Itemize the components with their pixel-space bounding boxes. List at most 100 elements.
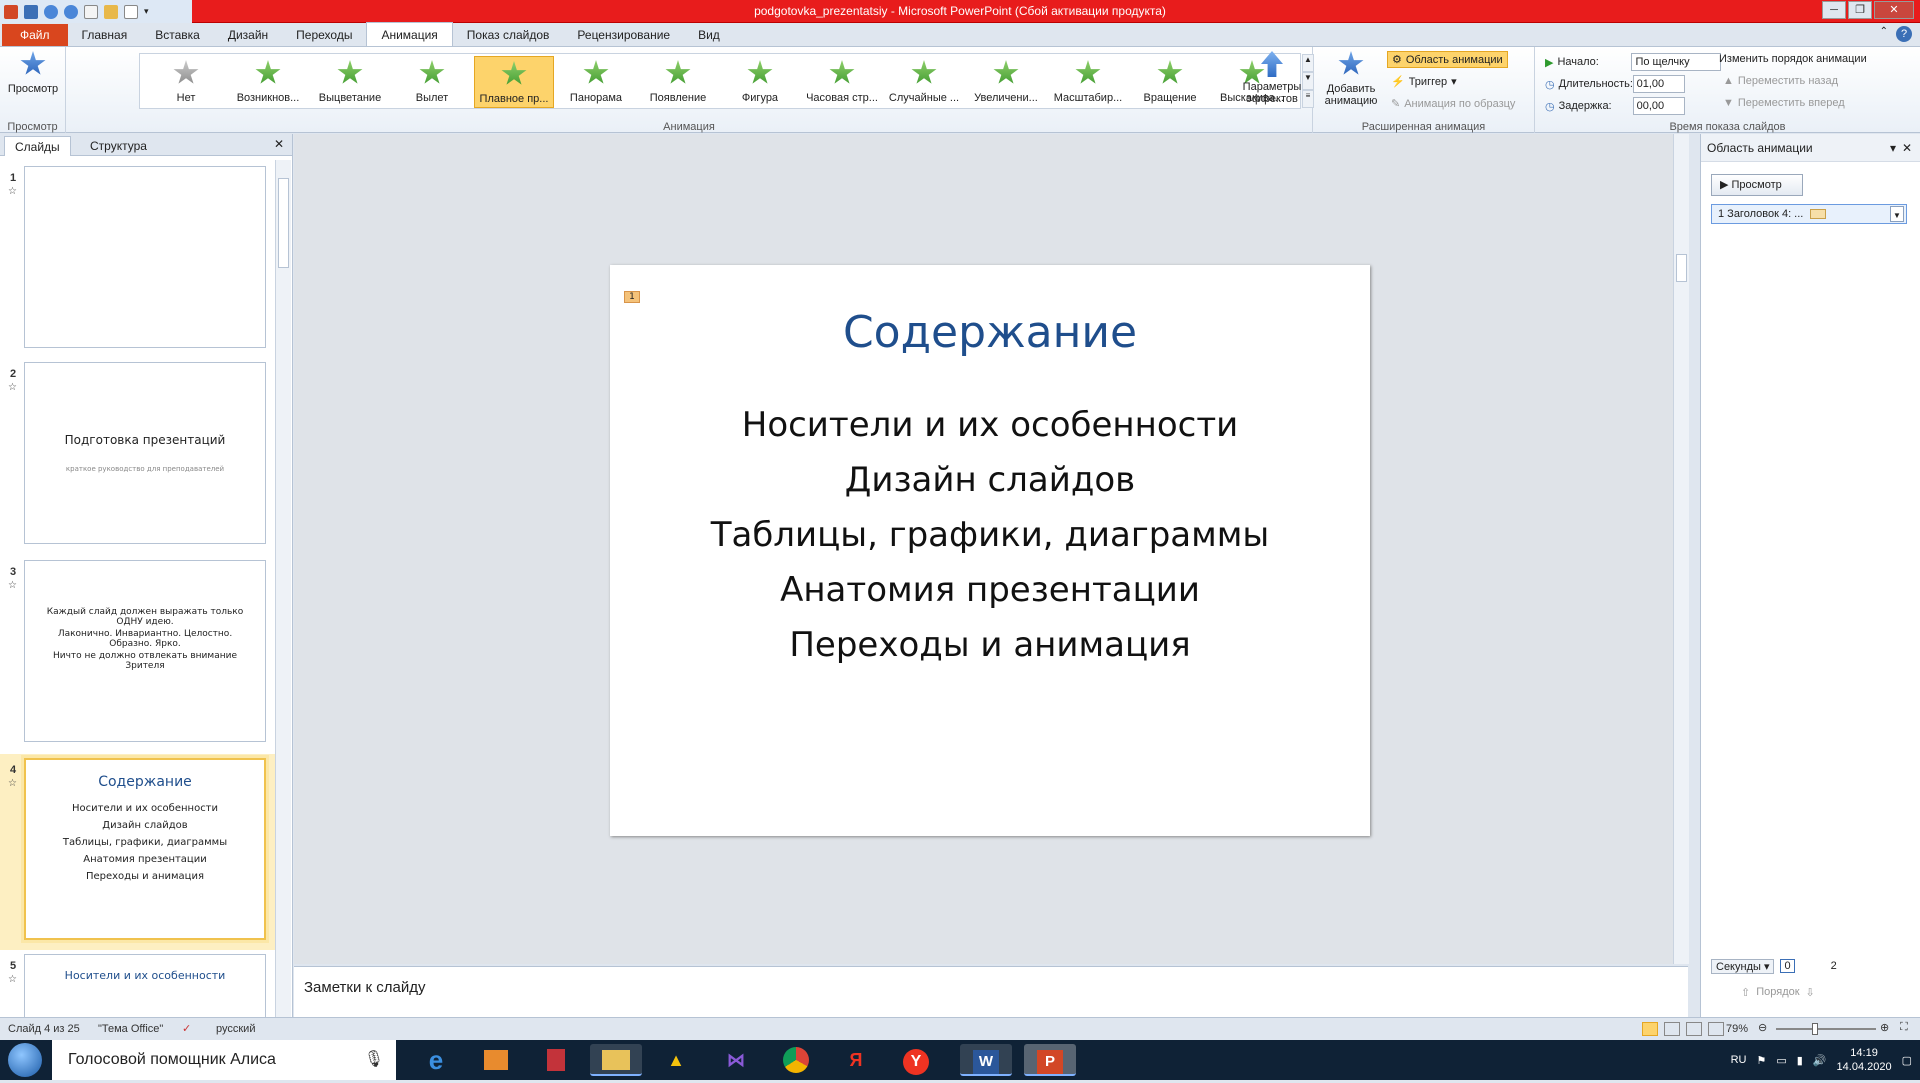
start-select[interactable]: По щелчку	[1631, 53, 1722, 71]
slide-bullet[interactable]: Переходы и анимация	[610, 625, 1370, 665]
duration-input[interactable]: 01,00	[1632, 75, 1685, 93]
tab-design[interactable]: Дизайн	[214, 24, 282, 46]
internet-explorer-icon[interactable]: e	[410, 1044, 462, 1076]
minimize-button[interactable]: ─	[1822, 1, 1846, 19]
help-icon[interactable]: ?	[1896, 26, 1912, 42]
move-earlier-button[interactable]: ▲ Переместить назад	[1723, 75, 1838, 87]
slide-thumbnail-3[interactable]: Каждый слайд должен выражать только ОДНУ…	[24, 560, 266, 742]
reading-view-icon[interactable]	[1686, 1022, 1702, 1036]
anim-grow-turn[interactable]: Увеличени...	[966, 56, 1046, 108]
anim-shape[interactable]: Фигура	[720, 56, 800, 108]
anim-random-bars[interactable]: Случайные ...	[884, 56, 964, 108]
current-slide[interactable]: 1 Содержание Носители и их особенности Д…	[610, 265, 1370, 836]
scroll-thumb[interactable]	[278, 178, 289, 268]
zoom-in-icon[interactable]: ⊕	[1880, 1021, 1889, 1034]
yandex-browser-icon[interactable]: Y	[890, 1044, 942, 1076]
notifications-icon[interactable]: ▢	[1902, 1054, 1912, 1067]
seconds-dropdown[interactable]: Секунды ▾	[1711, 958, 1775, 974]
anim-wipe[interactable]: Появление	[638, 56, 718, 108]
anim-split[interactable]: Панорама	[556, 56, 636, 108]
volume-icon[interactable]: 🔊	[1813, 1054, 1827, 1067]
tab-review[interactable]: Рецензирование	[563, 24, 684, 46]
language-label[interactable]: русский	[216, 1023, 255, 1035]
tab-file[interactable]: Файл	[2, 24, 68, 46]
close-pane-icon[interactable]: ✕	[1902, 134, 1912, 162]
anim-fly-in[interactable]: Вылет	[392, 56, 472, 108]
slide-bullet[interactable]: Носители и их особенности	[610, 405, 1370, 445]
slide-thumbnail-2[interactable]: Подготовка презентаций краткое руководст…	[24, 362, 266, 544]
animation-pane-button[interactable]: ⚙ Область анимации	[1387, 51, 1508, 68]
animation-list-item[interactable]: 1 Заголовок 4: ... ▼	[1711, 204, 1907, 224]
slide-bullet[interactable]: Таблицы, графики, диаграммы	[610, 515, 1370, 555]
restore-button[interactable]: ❐	[1848, 1, 1872, 19]
fit-slide-icon[interactable]: ⛶	[1900, 1021, 1908, 1034]
zoom-level[interactable]: 79%	[1726, 1023, 1748, 1035]
close-pane-icon[interactable]: ✕	[274, 137, 284, 151]
animation-order-tag[interactable]: 1	[624, 291, 640, 303]
tab-insert[interactable]: Вставка	[141, 24, 214, 46]
slide-thumbnail-5[interactable]: Носители и их особенности	[24, 954, 266, 1017]
start-button[interactable]	[8, 1043, 42, 1077]
slide-thumbnail-4[interactable]: Содержание Носители и их особенности Диз…	[24, 758, 266, 940]
anim-appear[interactable]: Возникнов...	[228, 56, 308, 108]
delay-input[interactable]: 00,00	[1632, 97, 1685, 115]
slide-title[interactable]: Содержание	[610, 307, 1370, 358]
animation-painter-button[interactable]: ✎ Анимация по образцу	[1391, 97, 1515, 111]
slideshow-view-icon[interactable]	[1708, 1022, 1724, 1036]
move-later-button[interactable]: ▼ Переместить вперед	[1723, 97, 1845, 109]
anim-float-in[interactable]: Плавное пр...	[474, 56, 554, 108]
search-box[interactable]: Голосовой помощник Алиса 🎙	[52, 1040, 396, 1080]
microphone-icon[interactable]: 🎙	[364, 1040, 384, 1080]
trigger-button[interactable]: ⚡ Триггер ▾	[1391, 75, 1457, 89]
anim-zoom[interactable]: Масштабир...	[1048, 56, 1128, 108]
slides-scrollbar[interactable]	[275, 160, 291, 1017]
slide-thumbnail-1[interactable]	[24, 166, 266, 348]
ribbon-minimize-icon[interactable]: ⌃	[1880, 26, 1888, 42]
tab-transitions[interactable]: Переходы	[282, 24, 366, 46]
vpn-icon[interactable]: ▲	[650, 1044, 702, 1076]
add-animation-button[interactable]: Добавить анимацию	[1317, 51, 1385, 107]
editor-scrollbar[interactable]	[1673, 134, 1689, 964]
powerpoint-taskbar-icon[interactable]: P	[1024, 1044, 1076, 1076]
normal-view-icon[interactable]	[1642, 1022, 1658, 1036]
tab-home[interactable]: Главная	[68, 24, 142, 46]
yandex-icon[interactable]: Я	[830, 1044, 882, 1076]
clock[interactable]: 14:19 14.04.2020	[1837, 1046, 1892, 1074]
slide-sorter-icon[interactable]	[1664, 1022, 1680, 1036]
anim-swivel[interactable]: Вращение	[1130, 56, 1210, 108]
media-player-icon[interactable]	[470, 1044, 522, 1076]
reorder-down-icon[interactable]: ⇩	[1806, 986, 1815, 999]
slide-bullet[interactable]: Анатомия презентации	[610, 570, 1370, 610]
notes-field[interactable]: Заметки к слайду	[294, 966, 1688, 1017]
spellcheck-icon[interactable]: ✓	[182, 1022, 191, 1035]
item-dropdown-icon[interactable]: ▼	[1890, 206, 1904, 222]
visual-studio-icon[interactable]: ⋈	[710, 1044, 762, 1076]
tab-slideshow[interactable]: Показ слайдов	[453, 24, 564, 46]
effect-options-button[interactable]: Параметры эффектов	[1236, 51, 1308, 105]
tab-slides[interactable]: Слайды	[4, 136, 71, 156]
close-button[interactable]: ✕	[1874, 1, 1914, 19]
tab-view[interactable]: Вид	[684, 24, 734, 46]
word-icon[interactable]: W	[960, 1044, 1012, 1076]
tab-outline[interactable]: Структура	[80, 136, 157, 156]
file-explorer-icon[interactable]	[590, 1044, 642, 1076]
network-icon[interactable]: ▮	[1797, 1054, 1803, 1067]
play-button[interactable]: ▶ Просмотр	[1711, 174, 1803, 196]
battery-icon[interactable]: ▭	[1776, 1054, 1786, 1067]
slide-bullet[interactable]: Дизайн слайдов	[610, 460, 1370, 500]
anim-none[interactable]: Нет	[146, 56, 226, 108]
pane-options-icon[interactable]: ▾	[1890, 134, 1896, 162]
flag-icon[interactable]: ⚑	[1756, 1054, 1766, 1067]
zoom-slider[interactable]	[1776, 1023, 1876, 1035]
zoom-slider-thumb[interactable]	[1812, 1023, 1818, 1035]
zoom-out-icon[interactable]: ⊖	[1758, 1021, 1767, 1034]
anim-fade[interactable]: Выцветание	[310, 56, 390, 108]
chrome-icon[interactable]	[770, 1044, 822, 1076]
reorder-up-icon[interactable]: ⇧	[1741, 986, 1750, 999]
app-icon[interactable]	[530, 1044, 582, 1076]
anim-wheel[interactable]: Часовая стр...	[802, 56, 882, 108]
scroll-thumb[interactable]	[1676, 254, 1687, 282]
tab-animation[interactable]: Анимация	[366, 22, 453, 46]
input-language[interactable]: RU	[1731, 1054, 1747, 1066]
preview-button[interactable]: Просмотр	[4, 51, 62, 95]
